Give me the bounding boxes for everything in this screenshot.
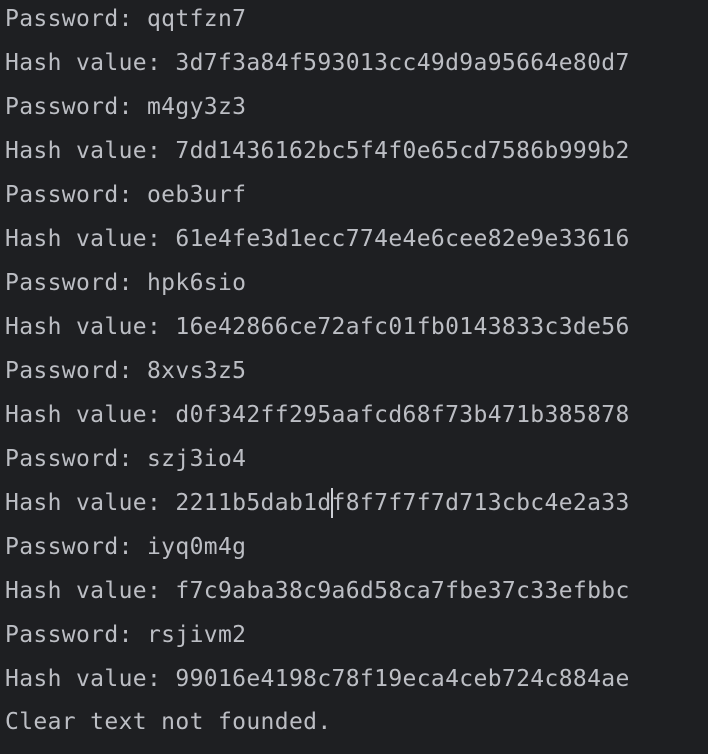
text-caret (331, 488, 333, 518)
console-line-hash: Hash value: 16e42866ce72afc01fb0143833c3… (5, 314, 630, 340)
console-line-hash: Hash value: 61e4fe3d1ecc774e4e6cee82e9e3… (5, 226, 630, 252)
console-line-password: Password: qqtfzn7 (5, 6, 247, 32)
console-line-hash: Hash value: f7c9aba38c9a6d58ca7fbe37c33e… (5, 578, 630, 604)
console-line-password: Password: 8xvs3z5 (5, 358, 247, 384)
console-line-password: Password: m4gy3z3 (5, 94, 247, 120)
console-line-password: Password: rsjivm2 (5, 622, 247, 648)
console-line-hash: Hash value: 7dd1436162bc5f4f0e65cd7586b9… (5, 138, 630, 164)
console-line-hash: Hash value: d0f342ff295aafcd68f73b471b38… (5, 402, 630, 428)
console-line-hash: Hash value: 99016e4198c78f19eca4ceb724c8… (5, 666, 630, 692)
console-output[interactable]: Password: qqtfzn7 Hash value: 3d7f3a84f5… (0, 0, 708, 754)
console-line-password: Password: szj3io4 (5, 446, 247, 472)
console-line-result: Clear text not founded. (5, 709, 332, 735)
console-line-password: Password: oeb3urf (5, 182, 247, 208)
console-line-hash: Hash value: 3d7f3a84f593013cc49d9a95664e… (5, 50, 630, 76)
console-line-password: Password: hpk6sio (5, 270, 247, 296)
console-line-hash: Hash value: 2211b5dab1df8f7f7f7d713cbc4e… (5, 490, 630, 516)
console-line-password: Password: iyq0m4g (5, 534, 247, 560)
